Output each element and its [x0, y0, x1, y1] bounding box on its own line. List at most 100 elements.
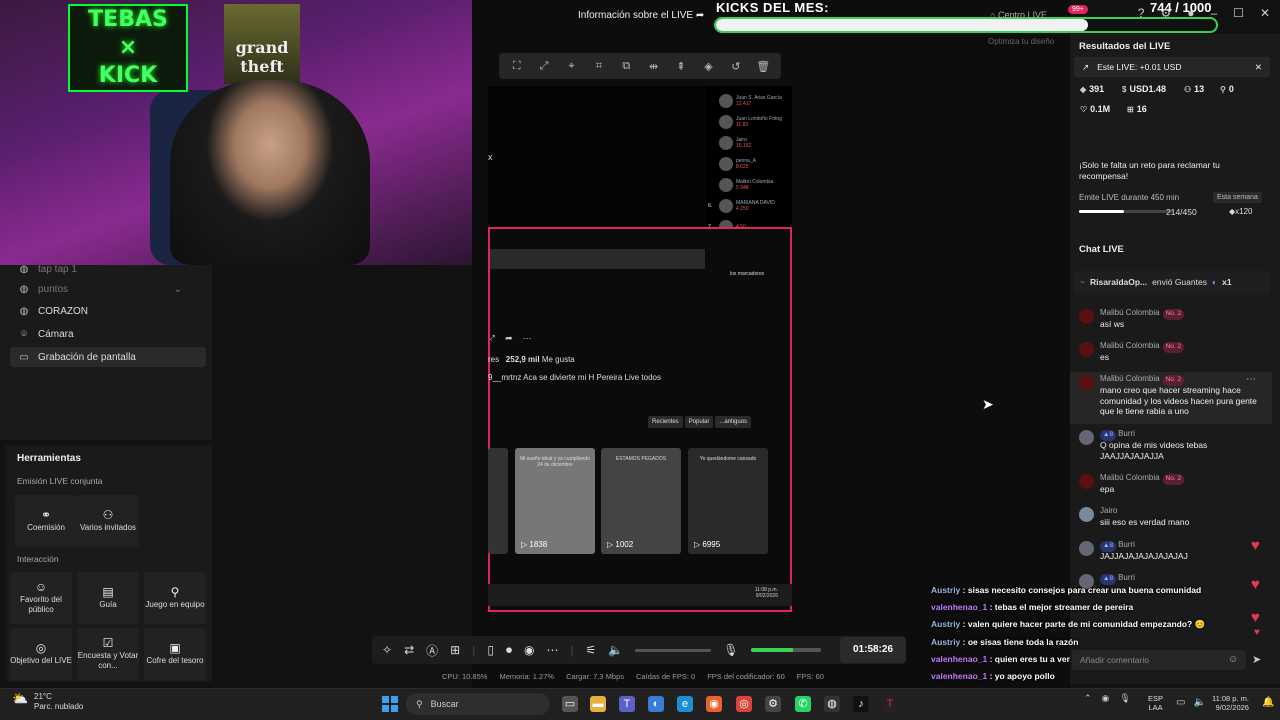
comment-input[interactable]: Añadir comentario [1072, 650, 1246, 670]
tools-panel: Herramientas Emisión LIVE conjunta ⚭ Coem… [5, 445, 212, 682]
guia-button[interactable]: ▤ Guía [77, 572, 139, 624]
expand-icon[interactable]: ⤢ [536, 60, 552, 73]
this-live-earnings[interactable]: ↗ Este LIVE: +0.01 USD ✕ [1074, 57, 1270, 77]
task-view-icon[interactable]: ▭ [562, 696, 578, 712]
centro-live-link[interactable]: ⌂ Centro LIVE [990, 10, 1047, 20]
close-icon[interactable]: ✕ [1260, 6, 1270, 20]
book-icon: ▤ [102, 584, 114, 599]
edge-icon[interactable]: e [677, 696, 693, 712]
mic-icon[interactable]: 🎙 [723, 643, 738, 657]
screen-add-icon[interactable]: ⊞ [450, 643, 460, 657]
source-item-taptap[interactable]: ◍ tap tap 1 [10, 259, 206, 279]
dollar-icon: $ [1122, 84, 1127, 94]
link-icon: ⚭ [40, 507, 52, 522]
flip-icon[interactable]: ⇹ [646, 60, 662, 73]
quick-settings[interactable]: ▭ 🔈 [1176, 697, 1206, 708]
share-icon: ➦ [695, 10, 705, 21]
phone-icon[interactable]: ▯ [487, 643, 494, 657]
start-button[interactable] [382, 696, 398, 712]
taskbar-search[interactable]: ⚲ Buscar [406, 693, 550, 715]
video-description: 9__mrtnz Aca se divierte mi H Pereira Li… [488, 373, 661, 382]
record-icon[interactable]: ⏺ [506, 643, 512, 658]
language-indicator[interactable]: ESP LAA [1148, 694, 1163, 712]
trash-icon[interactable]: 🗑 [755, 60, 771, 73]
mic-level[interactable] [750, 648, 821, 652]
center-icon[interactable]: ⌖ [563, 60, 579, 73]
fit-icon[interactable]: ⛶ [509, 60, 525, 73]
mixer-icon[interactable]: ⚟ [586, 643, 597, 657]
copy-icon[interactable]: ⧉ [618, 60, 634, 73]
obs-icon[interactable]: ◍ [824, 696, 840, 712]
tiktok-studio-icon[interactable]: T [882, 696, 898, 712]
rotate-icon[interactable]: ↺ [728, 60, 744, 73]
favorito-button[interactable]: ☺ Favorito del público [10, 572, 72, 624]
streamer [170, 80, 370, 265]
firefox-icon[interactable]: ◉ [706, 696, 722, 712]
avatar [719, 199, 733, 213]
overlay-chat-user: valenhenao_1 [931, 602, 988, 613]
app-tray-icon[interactable]: ◉ [1102, 693, 1110, 704]
help-icon[interactable]: ? [1138, 6, 1145, 20]
cofre-button[interactable]: ▣ Cofre del tesoro [144, 628, 206, 680]
chrome-icon[interactable]: ◎ [736, 696, 752, 712]
send-icon[interactable]: ➤ [1252, 653, 1261, 666]
clock[interactable]: 11:08 p. m. 9/02/2026 [1212, 694, 1249, 712]
glove-icon: ◐ [1211, 277, 1218, 287]
emoji-icon[interactable]: ☺ [1228, 654, 1238, 665]
chat-message: Malibú Colombia No. 2 es [1079, 341, 1264, 364]
avatar [1079, 507, 1094, 522]
settings-icon[interactable]: ⚙ [1160, 6, 1171, 20]
info-live-link[interactable]: Información sobre el LIVE ➦ [578, 10, 704, 21]
leaderboard-score: 10.162 [736, 143, 752, 149]
maximize-icon[interactable]: ☐ [1233, 6, 1244, 20]
chat-title: Chat LIVE [1079, 244, 1124, 255]
stream-timer: 01:58:26 [840, 637, 906, 663]
optimize-layout-link[interactable]: Optimiza tu diseño [988, 37, 1054, 46]
chevron-down-icon[interactable]: ⌄ [174, 284, 182, 295]
close-icon[interactable]: ✕ [1255, 62, 1262, 73]
swap-icon[interactable]: ⇄ [404, 643, 414, 657]
avatar [1079, 474, 1094, 489]
layers-icon[interactable]: ◈ [700, 60, 716, 73]
objetivo-button[interactable]: ◎ Objetivo del LIVE [10, 628, 72, 680]
mic-icon[interactable]: 🎙 [1119, 693, 1130, 704]
source-item-puntos[interactable]: ◍ puntos ⌄ [10, 279, 206, 299]
rank: 6. [708, 203, 713, 209]
video-thumb: Mi sueño ideal y ya cumpliendo 24 de dic… [515, 448, 595, 554]
avatar[interactable]: ● [1187, 6, 1194, 20]
notification-bell-icon[interactable]: 🔔 [1262, 697, 1274, 708]
magic-icon[interactable]: ✧ [382, 643, 392, 657]
encuesta-button[interactable]: ☑ Encuesta y Votar con... [77, 628, 139, 680]
ai-icon[interactable]: Ⓐ [426, 642, 438, 659]
overlay-chat-line: valenhenao_1 : quien eres tu a ver [931, 653, 1070, 664]
camera-settings-icon[interactable]: ◉ [524, 643, 534, 657]
crop-icon[interactable]: ⌗ [591, 60, 607, 73]
speaker-volume-slider[interactable] [635, 648, 712, 652]
source-item-grabacion[interactable]: ▭ Grabación de pantalla [10, 347, 206, 367]
avatar [1079, 309, 1094, 324]
volume-icon: 🔈 [1193, 697, 1206, 708]
settings-icon[interactable]: ⚙ [765, 696, 781, 712]
coemision-button[interactable]: ⚭ Coemisión [15, 495, 77, 547]
tiktok-icon[interactable]: ♪ [853, 696, 869, 712]
source-item-camara[interactable]: ⌾ Cámara [10, 324, 206, 344]
level-badge: ▲8 [1100, 541, 1117, 552]
screen-capture-source[interactable]: x Juan S. Arias García 12.417 Juan Londoño… [488, 86, 792, 612]
juego-equipo-button[interactable]: ⚲ Juego en equipo [144, 572, 206, 624]
more-icon[interactable]: ⋯ [546, 643, 558, 657]
overlay-chat-text: valen quiere hacer parte de mi comunidad… [967, 619, 1206, 630]
whatsapp-icon[interactable]: ✆ [795, 696, 811, 712]
notification-badge[interactable]: 99+ [1068, 5, 1088, 14]
chevron-up-icon[interactable]: ⌃ [1084, 693, 1092, 704]
copilot-icon[interactable]: ◐ [648, 696, 664, 712]
minimize-icon[interactable]: – [1210, 6, 1217, 20]
teams-icon[interactable]: T [619, 696, 635, 712]
avatar [719, 136, 733, 150]
heart-icon: ♥ [1251, 576, 1260, 593]
layer-up-icon[interactable]: ⇞ [673, 60, 689, 73]
varios-invitados-button[interactable]: ⚇ Varios invitados [77, 495, 139, 547]
speaker-icon[interactable]: 🔈 [608, 643, 623, 657]
challenge-progress-text: 214/450 [1166, 207, 1197, 217]
file-explorer-icon[interactable]: ▬ [590, 696, 606, 712]
source-item-corazon[interactable]: ◍ CORAZON [10, 301, 206, 321]
